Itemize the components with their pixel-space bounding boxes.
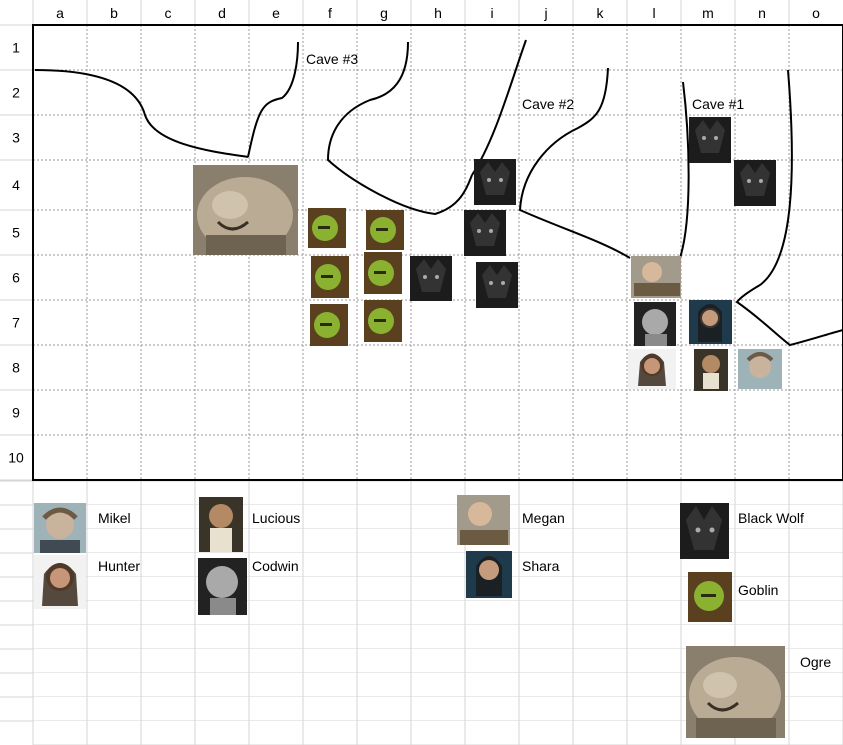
- legend-codwin-portrait[interactable]: [198, 558, 247, 615]
- legend-ogre-portrait[interactable]: [686, 646, 785, 738]
- goblin-portrait[interactable]: [364, 252, 402, 294]
- row-header-4[interactable]: 4: [12, 177, 20, 193]
- legend-hunter-portrait[interactable]: [34, 555, 86, 609]
- legend-lucious-portrait[interactable]: [199, 497, 243, 552]
- column-header-f[interactable]: f: [328, 5, 332, 21]
- black-wolf-portrait[interactable]: [410, 256, 452, 301]
- legend-codwin-label: Codwin: [252, 558, 299, 574]
- row-header-10[interactable]: 10: [8, 450, 24, 466]
- row-headers: 1 2 3 4 5 6 7 8 9 10: [0, 0, 34, 745]
- legend-megan-portrait[interactable]: [457, 495, 510, 545]
- column-header-b[interactable]: b: [110, 5, 118, 21]
- legend-mikel-portrait[interactable]: [34, 503, 86, 553]
- column-header-bar: [0, 0, 843, 25]
- row-header-7[interactable]: 7: [12, 315, 20, 331]
- wall-cave3-left: [247, 41, 299, 158]
- column-header-a[interactable]: a: [56, 5, 64, 21]
- column-header-o[interactable]: o: [812, 5, 820, 21]
- legend-goblin-label: Goblin: [738, 582, 778, 598]
- black-wolf-portrait[interactable]: [689, 117, 731, 163]
- goblin-portrait[interactable]: [310, 304, 348, 346]
- row-header-2[interactable]: 2: [12, 85, 20, 101]
- lucious-portrait[interactable]: [694, 349, 728, 391]
- column-header-m[interactable]: m: [702, 5, 714, 21]
- black-wolf-portrait[interactable]: [476, 262, 518, 308]
- legend-black-wolf-label: Black Wolf: [738, 510, 804, 526]
- legend-shara-portrait[interactable]: [466, 551, 512, 598]
- shara-portrait[interactable]: [689, 300, 732, 344]
- column-header-j[interactable]: j: [543, 5, 547, 21]
- column-header-k[interactable]: k: [597, 5, 605, 21]
- wall-cave1-right: [735, 69, 843, 347]
- map-border: [32, 24, 843, 481]
- wall-cave3-right: [326, 41, 473, 216]
- legend-hunter-label: Hunter: [98, 558, 140, 574]
- goblin-portrait[interactable]: [366, 210, 404, 250]
- legend-lucious-label: Lucious: [252, 510, 300, 526]
- cave3-label: Cave #3: [306, 51, 358, 67]
- column-header-d[interactable]: d: [218, 5, 226, 21]
- megan-portrait[interactable]: [631, 256, 681, 298]
- column-header-c[interactable]: c: [165, 5, 172, 21]
- goblin-portrait[interactable]: [364, 300, 402, 342]
- cave1-label: Cave #1: [692, 96, 744, 112]
- column-header-e[interactable]: e: [272, 5, 280, 21]
- ogre-portrait[interactable]: [193, 165, 298, 255]
- black-wolf-portrait[interactable]: [734, 160, 776, 206]
- mikel-portrait[interactable]: [738, 349, 782, 389]
- goblin-portrait[interactable]: [311, 256, 349, 298]
- cave2-label: Cave #2: [522, 96, 574, 112]
- column-header-g[interactable]: g: [380, 5, 388, 21]
- black-wolf-portrait[interactable]: [474, 159, 516, 205]
- wall-cave2-left: [471, 39, 527, 176]
- row-header-1[interactable]: 1: [12, 40, 20, 56]
- legend-goblin-portrait[interactable]: [688, 572, 732, 622]
- row-header-5[interactable]: 5: [12, 225, 20, 241]
- row-header-8[interactable]: 8: [12, 360, 20, 376]
- column-header-l[interactable]: l: [652, 5, 655, 21]
- spreadsheet-sheet: a b c d e f g h i j k l m n o 1 2 3 4 5 6 7 8 9 10 Cave #3 Cave…: [0, 0, 843, 745]
- legend-black-wolf-portrait[interactable]: [680, 503, 729, 559]
- black-wolf-portrait[interactable]: [464, 210, 506, 256]
- legend-mikel-label: Mikel: [98, 510, 131, 526]
- hunter-portrait[interactable]: [628, 349, 676, 389]
- column-header-n[interactable]: n: [758, 5, 766, 21]
- column-header-h[interactable]: h: [434, 5, 442, 21]
- legend-ogre-label: Ogre: [800, 654, 831, 670]
- goblin-portrait[interactable]: [308, 208, 346, 248]
- codwin-portrait[interactable]: [634, 302, 676, 346]
- row-header-9[interactable]: 9: [12, 405, 20, 421]
- column-header-i[interactable]: i: [490, 5, 493, 21]
- legend-megan-label: Megan: [522, 510, 565, 526]
- row-header-3[interactable]: 3: [12, 130, 20, 146]
- legend-shara-label: Shara: [522, 558, 560, 574]
- row-header-6[interactable]: 6: [12, 270, 20, 286]
